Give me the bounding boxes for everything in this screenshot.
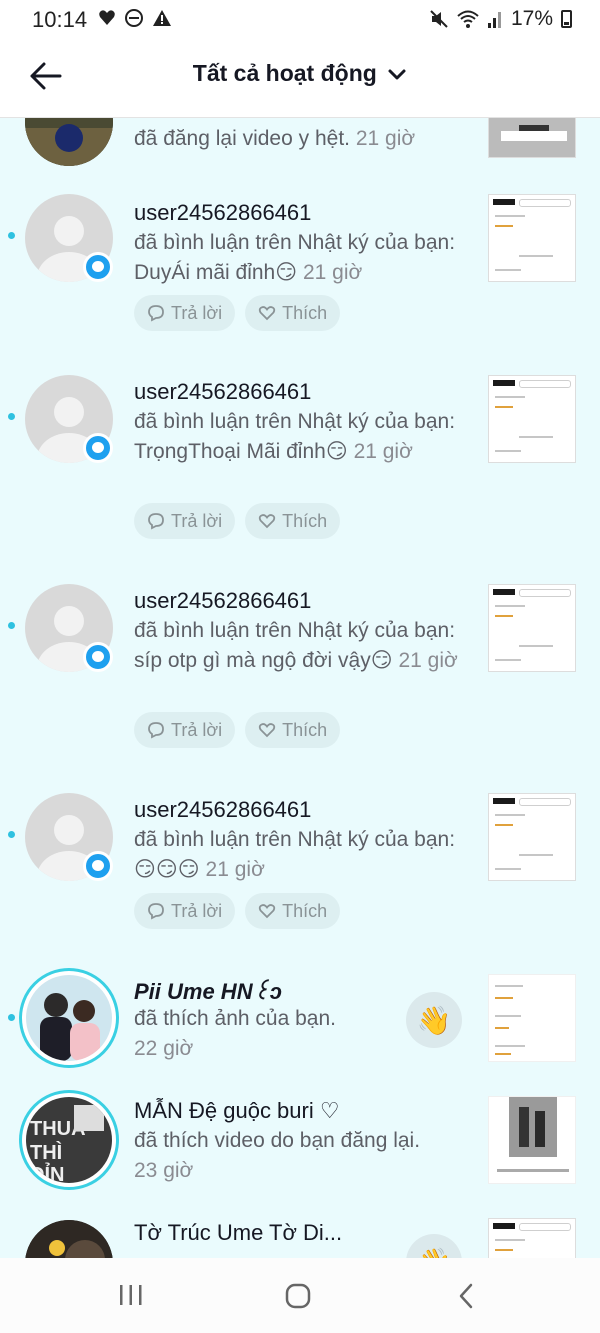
- reply-button[interactable]: Trả lời: [134, 893, 236, 929]
- activity-message: đã bình luận trên Nhật ký của bạn: 😏😏😏: [134, 828, 456, 881]
- health-icon: [99, 10, 115, 25]
- list-item[interactable]: user24562866461 đã bình luận trên Nhật k…: [0, 190, 600, 350]
- like-button[interactable]: Thích: [245, 712, 341, 748]
- heart-icon: [258, 514, 276, 529]
- comment-icon: [148, 513, 164, 530]
- username[interactable]: MẪN Đệ guộc buri ♡: [134, 1098, 340, 1124]
- activity-time: 21 giờ: [398, 649, 458, 672]
- post-thumbnail[interactable]: [488, 793, 576, 881]
- username[interactable]: Pii Ume HN꒰ↄ: [134, 976, 282, 1005]
- system-navigation-bar: [0, 1258, 600, 1333]
- comment-badge-icon: [83, 433, 113, 463]
- avatar[interactable]: [25, 1220, 113, 1258]
- activity-time: 21 giờ: [353, 440, 413, 463]
- status-bar: 10:14 17%: [0, 0, 600, 40]
- svg-text:ĐỈN: ĐỈN: [30, 1163, 64, 1183]
- username[interactable]: user24562866461: [134, 797, 311, 823]
- reply-button[interactable]: Trả lời: [134, 295, 236, 331]
- comment-badge-icon: [83, 642, 113, 672]
- recents-icon[interactable]: [118, 1282, 144, 1313]
- avatar[interactable]: [25, 118, 113, 166]
- activity-time: 22 giờ: [134, 1037, 194, 1060]
- activity-time: 21 giờ: [355, 127, 416, 150]
- list-item[interactable]: Pii Ume HN꒰ↄ đã thích ảnh của bạn. 22 gi…: [0, 966, 600, 1076]
- wifi-icon: [457, 10, 479, 28]
- do-not-disturb-icon: [125, 9, 143, 27]
- heart-icon: [258, 904, 276, 919]
- battery-percent: 17%: [510, 7, 553, 30]
- wave-button[interactable]: 👋: [406, 1234, 462, 1258]
- warning-icon: [153, 10, 171, 26]
- like-button[interactable]: Thích: [245, 893, 341, 929]
- avatar[interactable]: [19, 968, 119, 1068]
- comment-icon: [148, 722, 164, 739]
- activity-message: đã thích video do bạn đăng lại.: [134, 1129, 421, 1152]
- post-thumbnail[interactable]: [488, 375, 576, 463]
- wave-icon: 👋: [417, 1246, 452, 1259]
- like-button[interactable]: Thích: [245, 503, 341, 539]
- reply-button[interactable]: Trả lời: [134, 712, 236, 748]
- activity-message: đã đăng lại video y hệt.: [134, 127, 350, 150]
- activity-list[interactable]: đã đăng lại video y hệt. 21 giờ user2456…: [0, 118, 600, 1258]
- battery-icon: [561, 10, 572, 28]
- username[interactable]: user24562866461: [134, 588, 311, 614]
- activity-time: 23 giờ: [134, 1159, 194, 1182]
- post-thumbnail[interactable]: [488, 1218, 576, 1258]
- avatar[interactable]: THUA THÌ ĐỈN: [19, 1090, 119, 1190]
- post-thumbnail[interactable]: [488, 584, 576, 672]
- activity-message: đã thích ảnh của bạn.: [134, 1007, 336, 1030]
- comment-badge-icon: [83, 252, 113, 282]
- unread-dot: [8, 1014, 15, 1021]
- wave-icon: 👋: [416, 1004, 452, 1036]
- reply-button[interactable]: Trả lời: [134, 503, 236, 539]
- mute-icon: [430, 10, 448, 28]
- wave-button[interactable]: 👋: [406, 992, 462, 1048]
- comment-icon: [148, 305, 164, 322]
- page-title: Tất cả hoạt động: [192, 60, 377, 86]
- post-thumbnail[interactable]: [488, 1096, 576, 1184]
- comment-icon: [148, 903, 164, 920]
- list-item[interactable]: user24562866461 đã bình luận trên Nhật k…: [0, 580, 600, 760]
- comment-badge-icon: [83, 851, 113, 881]
- list-item[interactable]: đã đăng lại video y hệt. 21 giờ: [0, 118, 600, 198]
- heart-icon: [258, 723, 276, 738]
- activity-time: 21 giờ: [302, 261, 363, 284]
- home-icon[interactable]: [284, 1282, 312, 1315]
- signal-icon: [487, 12, 501, 28]
- list-item[interactable]: user24562866461 đã bình luận trên Nhật k…: [0, 789, 600, 949]
- svg-text:THÌ: THÌ: [30, 1141, 62, 1164]
- like-button[interactable]: Thích: [245, 295, 341, 331]
- unread-dot: [8, 232, 15, 239]
- list-item[interactable]: user24562866461 đã bình luận trên Nhật k…: [0, 371, 600, 551]
- status-time: 10:14: [32, 7, 88, 32]
- unread-dot: [8, 831, 15, 838]
- header: Tất cả hoạt động: [0, 40, 600, 118]
- chevron-down-icon: [388, 69, 406, 80]
- unread-dot: [8, 622, 15, 629]
- username[interactable]: user24562866461: [134, 200, 311, 226]
- post-thumbnail[interactable]: [488, 118, 576, 158]
- list-item[interactable]: THUA THÌ ĐỈN MẪN Đệ guộc buri ♡ đã thích v…: [0, 1088, 600, 1198]
- activity-filter-dropdown[interactable]: Tất cả hoạt động: [0, 60, 600, 87]
- activity-message: đã bình luận trên Nhật ký của bạn: DuyÁi…: [134, 231, 456, 284]
- username[interactable]: user24562866461: [134, 379, 311, 405]
- heart-icon: [258, 306, 276, 321]
- list-item[interactable]: Tờ Trúc Ume Tờ Di... 👋: [0, 1216, 600, 1258]
- back-icon[interactable]: [456, 1282, 476, 1315]
- username[interactable]: Tờ Trúc Ume Tờ Di...: [134, 1220, 342, 1246]
- activity-time: 21 giờ: [205, 858, 265, 881]
- post-thumbnail[interactable]: [488, 194, 576, 282]
- post-thumbnail[interactable]: [488, 974, 576, 1062]
- unread-dot: [8, 413, 15, 420]
